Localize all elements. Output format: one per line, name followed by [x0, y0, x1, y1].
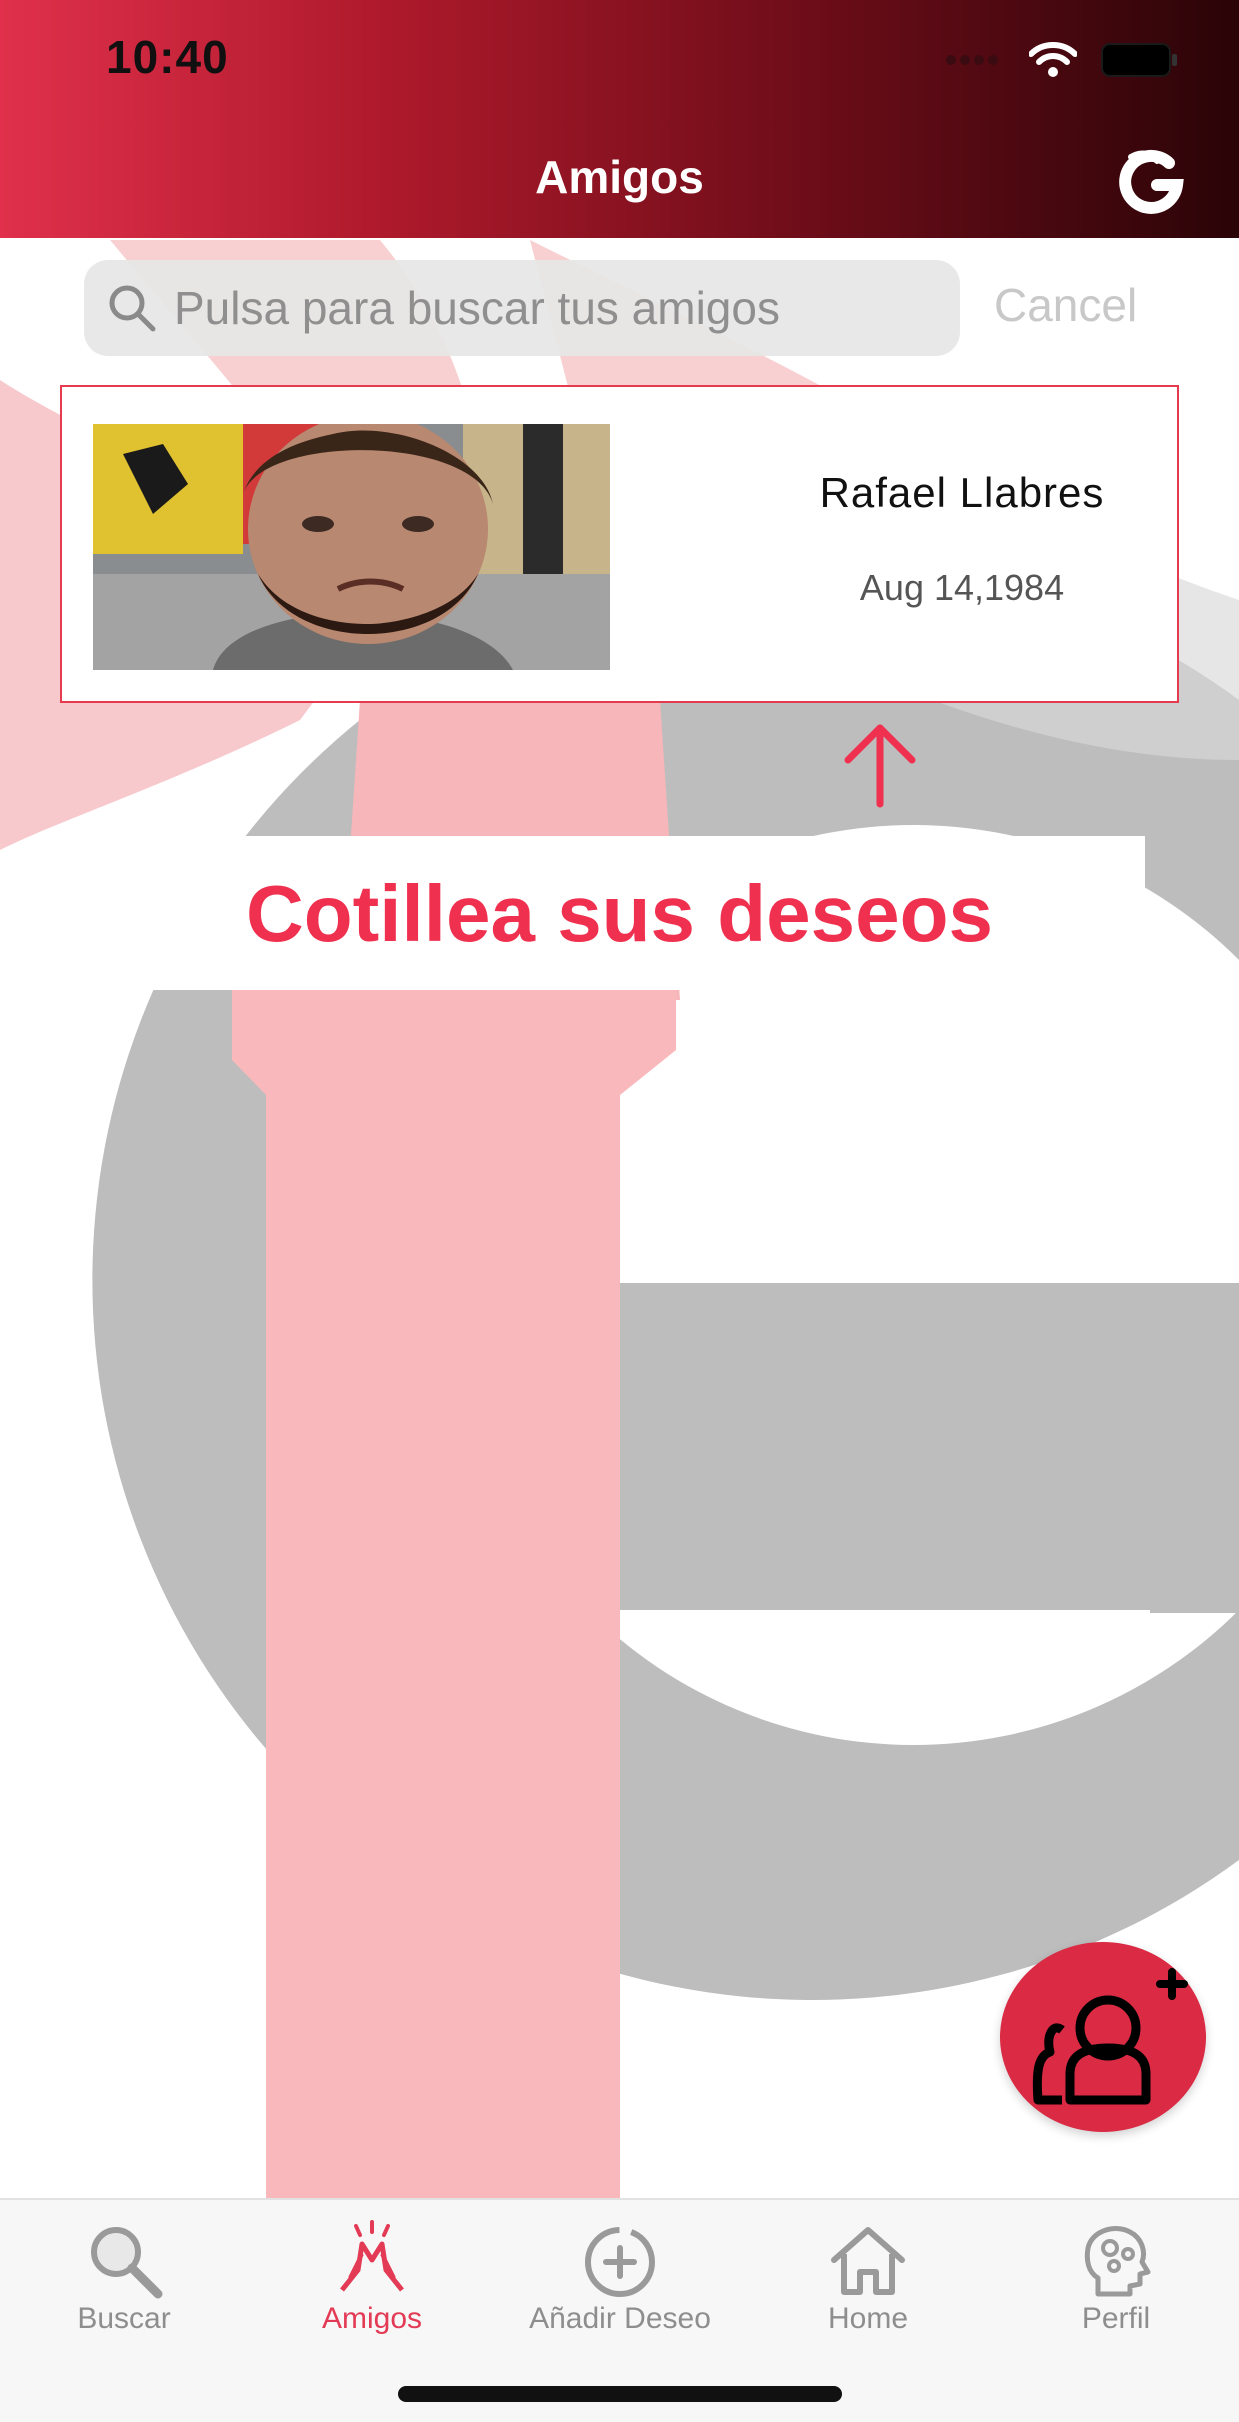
home-indicator [398, 2386, 842, 2402]
tab-label: Perfil [1081, 2302, 1151, 2335]
navigation-header: 10:40 Amigos [0, 0, 1239, 238]
add-friend-icon [1032, 1968, 1188, 2105]
friend-card[interactable]: Rafael Llabres Aug 14,1984 [60, 385, 1179, 703]
tab-buscar[interactable]: Buscar [0, 2200, 248, 2350]
wifi-icon [1029, 42, 1077, 77]
tab-perfil[interactable]: Perfil [992, 2200, 1239, 2350]
search-input[interactable] [172, 280, 936, 336]
tab-label: Amigos [321, 2302, 423, 2335]
cancel-button[interactable]: Cancel [994, 278, 1137, 332]
arrow-up-icon [844, 724, 916, 808]
tab-home[interactable]: Home [744, 2200, 992, 2350]
tab-label: Home [827, 2302, 909, 2335]
friend-photo [93, 424, 610, 670]
status-time: 10:40 [106, 31, 229, 83]
tab-amigos[interactable]: Amigos [248, 2200, 496, 2350]
signal-icon [946, 55, 998, 65]
tip-text: Cotillea sus deseos [246, 869, 993, 958]
high-five-icon [340, 2220, 404, 2292]
page-title: Amigos [535, 151, 704, 203]
tab-anadir-deseo[interactable]: Añadir Deseo [496, 2200, 744, 2350]
head-gears-icon [1084, 2226, 1151, 2297]
add-friend-button[interactable] [1000, 1942, 1206, 2132]
add-circle-icon [585, 2227, 655, 2297]
battery-icon [1101, 43, 1177, 77]
status-icons [945, 40, 1179, 80]
tab-label: Buscar [77, 2302, 171, 2335]
app-logo-icon[interactable] [1117, 145, 1187, 215]
friend-birthday: Aug 14,1984 [859, 567, 1065, 608]
friend-name: Rafael Llabres [819, 469, 1105, 516]
tab-label: Añadir Deseo [529, 2302, 711, 2335]
magnifier-icon [91, 2227, 163, 2299]
search-bar[interactable] [84, 260, 960, 356]
house-icon [831, 2227, 905, 2295]
search-icon [109, 285, 156, 332]
